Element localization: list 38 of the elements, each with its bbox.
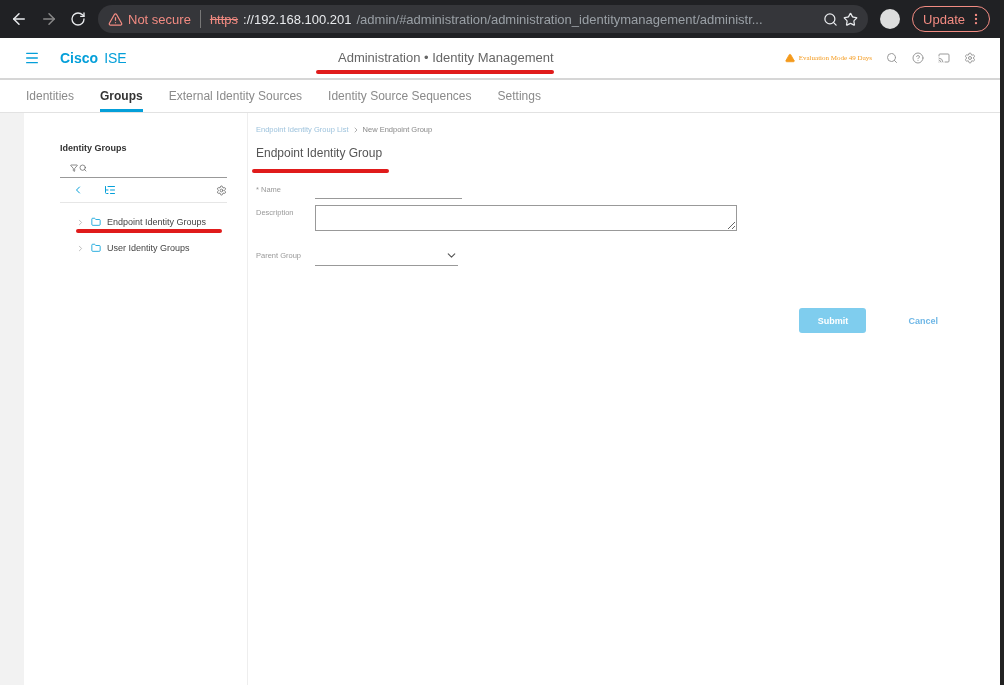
cancel-button[interactable]: Cancel [902, 314, 944, 327]
security-label: Not secure [128, 11, 191, 27]
tree-view-icon[interactable] [104, 184, 116, 196]
zoom-icon[interactable] [823, 11, 839, 27]
url-scheme: https [209, 11, 239, 27]
reload-icon[interactable] [70, 11, 86, 27]
forward-icon[interactable] [40, 10, 58, 28]
sidebar-title: Identity Groups [60, 143, 128, 153]
search-icon [79, 164, 87, 172]
page-title: Administration • Identity Management [338, 50, 554, 65]
screen-icon[interactable] [938, 52, 950, 64]
brand-product: ISE [104, 50, 127, 66]
star-icon[interactable] [843, 11, 859, 27]
form-title: Endpoint Identity Group [256, 146, 384, 160]
folder-icon [91, 243, 101, 253]
profile-avatar[interactable] [880, 9, 901, 29]
menu-icon[interactable] [24, 50, 40, 66]
warning-icon [784, 53, 795, 63]
nav-tab[interactable]: Settings [497, 80, 541, 112]
back-icon[interactable] [10, 10, 28, 28]
settings-icon[interactable] [216, 184, 227, 196]
url-path: /admin/#administration/administration_identitymanagement/administr... [356, 11, 763, 27]
tree-item[interactable]: User Identity Groups [76, 235, 227, 261]
nav-tab[interactable]: Groups [100, 80, 143, 112]
address-bar[interactable]: Not secure https ://192.168.100.201 /admin/#administration/administration_identitymanagement/administr... [98, 5, 869, 33]
settings-icon[interactable] [964, 52, 976, 64]
nav-tab[interactable]: Identities [26, 80, 75, 112]
filter-icon [70, 164, 78, 172]
warning-icon [108, 11, 123, 27]
folder-icon [91, 217, 101, 227]
tree-item[interactable]: Endpoint Identity Groups [76, 209, 227, 235]
nav-tab[interactable]: Identity Source Sequences [328, 80, 472, 112]
description-field[interactable] [315, 205, 737, 231]
brand-name: Cisco [60, 50, 99, 66]
nav-tab[interactable]: External Identity Sources [168, 80, 303, 112]
search-icon[interactable] [886, 52, 898, 64]
url-host: ://192.168.100.201 [243, 11, 352, 27]
help-icon[interactable] [912, 52, 924, 64]
